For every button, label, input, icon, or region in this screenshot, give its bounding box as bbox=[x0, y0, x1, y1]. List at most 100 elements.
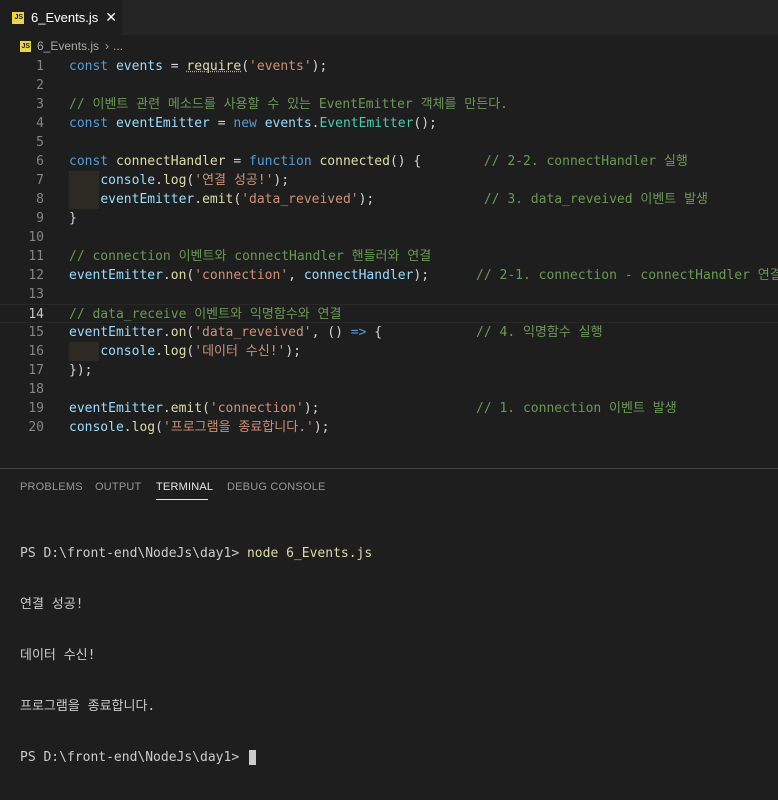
code-token: const bbox=[69, 59, 116, 74]
code-line[interactable]: 10 bbox=[0, 228, 778, 247]
tab-debug-console[interactable]: DEBUG CONSOLE bbox=[227, 481, 326, 493]
code-token: console bbox=[100, 173, 156, 188]
line-code: // connection 이벤트와 connectHandler 핸들러와 연… bbox=[69, 247, 431, 266]
line-number: 13 bbox=[28, 287, 44, 302]
code-line[interactable]: 1 const events = require('events'); bbox=[0, 57, 778, 76]
tab-terminal[interactable]: TERMINAL bbox=[156, 481, 213, 493]
code-token: const bbox=[69, 154, 116, 169]
code-line[interactable]: 11 // connection 이벤트와 connectHandler 핸들러와… bbox=[0, 247, 778, 266]
code-editor[interactable]: 1 const events = require ( 'events'); 2 3 // 이… bbox=[0, 57, 778, 468]
code-token: = bbox=[162, 59, 187, 74]
code-line[interactable]: 7 console.log('연결 성공!'); bbox=[0, 171, 778, 190]
code-line[interactable]: 17}); bbox=[0, 361, 778, 380]
code-token: 'data_reveived' bbox=[241, 192, 359, 207]
code-token: require bbox=[186, 59, 242, 74]
line-code: // data_receive 이벤트와 익명함수와 연결 bbox=[69, 305, 341, 324]
code-token: emit bbox=[202, 192, 234, 207]
line-number: 19 bbox=[28, 401, 44, 416]
code-line[interactable]: 13 bbox=[0, 285, 778, 304]
code-line[interactable]: 8 eventEmitter.emit('data_reveived'); //… bbox=[0, 190, 778, 209]
code-token: console bbox=[100, 344, 156, 359]
code-token: ( bbox=[155, 420, 163, 435]
line-number: 14 bbox=[28, 307, 44, 322]
terminal-output[interactable]: PS D:\front-end\NodeJs\day1> node 6_Even… bbox=[20, 511, 372, 800]
code-token: ( bbox=[202, 401, 210, 416]
line-code: console.log('프로그램을 종료합니다.'); bbox=[69, 418, 330, 437]
terminal-command: node 6_Events.js bbox=[246, 546, 373, 561]
code-token: eventEmitter bbox=[69, 325, 163, 340]
code-line[interactable]: 16 console.log('데이터 수신!'); bbox=[0, 342, 778, 361]
tab-6-events-js[interactable]: JS 6_Events.js ✕ bbox=[0, 0, 122, 35]
code-line[interactable]: 19 eventEmitter.emit('connection'); // 1.… bbox=[0, 399, 778, 418]
code-token: // 1. connection 이벤트 발생 bbox=[476, 401, 677, 416]
code-token: . bbox=[155, 344, 163, 359]
tab-bar: JS 6_Events.js ✕ bbox=[0, 0, 778, 35]
code-token: = bbox=[225, 154, 250, 169]
code-token: emit bbox=[170, 401, 203, 416]
breadcrumb-file[interactable]: 6_Events.js bbox=[37, 39, 99, 53]
code-token: => bbox=[350, 325, 367, 340]
code-token: log bbox=[162, 344, 187, 359]
code-token: connectHandler bbox=[115, 154, 226, 169]
code-token: console bbox=[69, 420, 124, 435]
code-token: '프로그램을 종료합니다.' bbox=[162, 420, 314, 435]
code-line[interactable]: 9} bbox=[0, 209, 778, 228]
code-line[interactable]: 14 // data_receive 이벤트와 익명함수와 연결 bbox=[0, 304, 778, 323]
line-code: const eventEmitter = new events.EventEmi… bbox=[69, 114, 437, 133]
line-number: 12 bbox=[28, 268, 44, 283]
line-code: // 이벤트 관련 메소드를 사용할 수 있는 EventEmitter 객체를… bbox=[69, 95, 508, 114]
line-number: 6 bbox=[36, 154, 44, 169]
line-number: 7 bbox=[36, 173, 44, 188]
code-token: ); bbox=[311, 59, 328, 74]
code-token: // 3. data_reveived 이벤트 발생 bbox=[483, 192, 709, 207]
line-number: 8 bbox=[36, 192, 44, 207]
code-token: on bbox=[170, 268, 187, 283]
code-token: EventEmitter bbox=[319, 116, 414, 131]
code-token: ); bbox=[303, 401, 476, 416]
tab-label: 6_Events.js bbox=[31, 10, 99, 25]
code-token: // connection 이벤트와 connectHandler 핸들러와 연… bbox=[69, 249, 432, 264]
code-token: events bbox=[264, 116, 312, 131]
code-token: connected bbox=[319, 154, 390, 169]
code-token: connectHandler bbox=[303, 268, 414, 283]
code-token: { bbox=[366, 325, 477, 340]
code-token: = bbox=[209, 116, 234, 131]
code-line[interactable]: 4 const eventEmitter = new events.EventEm… bbox=[0, 114, 778, 133]
code-token: eventEmitter bbox=[69, 268, 163, 283]
code-token: 'connection' bbox=[194, 268, 289, 283]
line-number: 1 bbox=[36, 59, 44, 74]
close-icon[interactable]: ✕ bbox=[105, 9, 117, 26]
code-line[interactable]: 20 console.log('프로그램을 종료합니다.'); bbox=[0, 418, 778, 437]
code-line[interactable]: 15 eventEmitter.on('data_reveived', () =>… bbox=[0, 323, 778, 342]
line-code: console.log('데이터 수신!'); bbox=[69, 342, 301, 361]
code-line[interactable]: 2 bbox=[0, 76, 778, 95]
line-number: 5 bbox=[36, 135, 44, 150]
line-number: 11 bbox=[28, 249, 44, 264]
code-token: 'events' bbox=[249, 59, 312, 74]
code-line[interactable]: 5 bbox=[0, 133, 778, 152]
terminal-prompt: PS D:\front-end\NodeJs\day1> bbox=[20, 546, 247, 561]
code-token: new bbox=[233, 116, 265, 131]
breadcrumb: JS 6_Events.js › ... bbox=[0, 35, 778, 57]
code-line[interactable]: 18 bbox=[0, 380, 778, 399]
tab-output[interactable]: OUTPUT bbox=[95, 481, 141, 493]
js-file-icon: JS bbox=[12, 11, 24, 24]
code-token: '연결 성공!' bbox=[194, 173, 274, 188]
line-code: console.log('연결 성공!'); bbox=[69, 171, 289, 190]
code-token: log bbox=[162, 173, 187, 188]
terminal-output-line: 연결 성공! bbox=[20, 597, 84, 612]
code-token: . bbox=[194, 192, 203, 207]
tab-problems[interactable]: PROBLEMS bbox=[20, 481, 83, 493]
code-line[interactable]: 3 // 이벤트 관련 메소드를 사용할 수 있는 EventEmitter 객체… bbox=[0, 95, 778, 114]
code-line[interactable]: 6 const connectHandler = function connect… bbox=[0, 152, 778, 171]
code-token: ); bbox=[413, 268, 477, 283]
line-number: 15 bbox=[28, 325, 44, 340]
code-token: ); bbox=[273, 173, 290, 188]
code-token: // 2-1. connection - connectHandler 연결 bbox=[476, 268, 778, 283]
breadcrumb-more[interactable]: ... bbox=[113, 39, 123, 53]
line-number: 3 bbox=[36, 97, 44, 112]
code-token: . bbox=[155, 173, 163, 188]
code-token: log bbox=[131, 420, 156, 435]
code-line[interactable]: 12 eventEmitter.on('connection', connectH… bbox=[0, 266, 778, 285]
